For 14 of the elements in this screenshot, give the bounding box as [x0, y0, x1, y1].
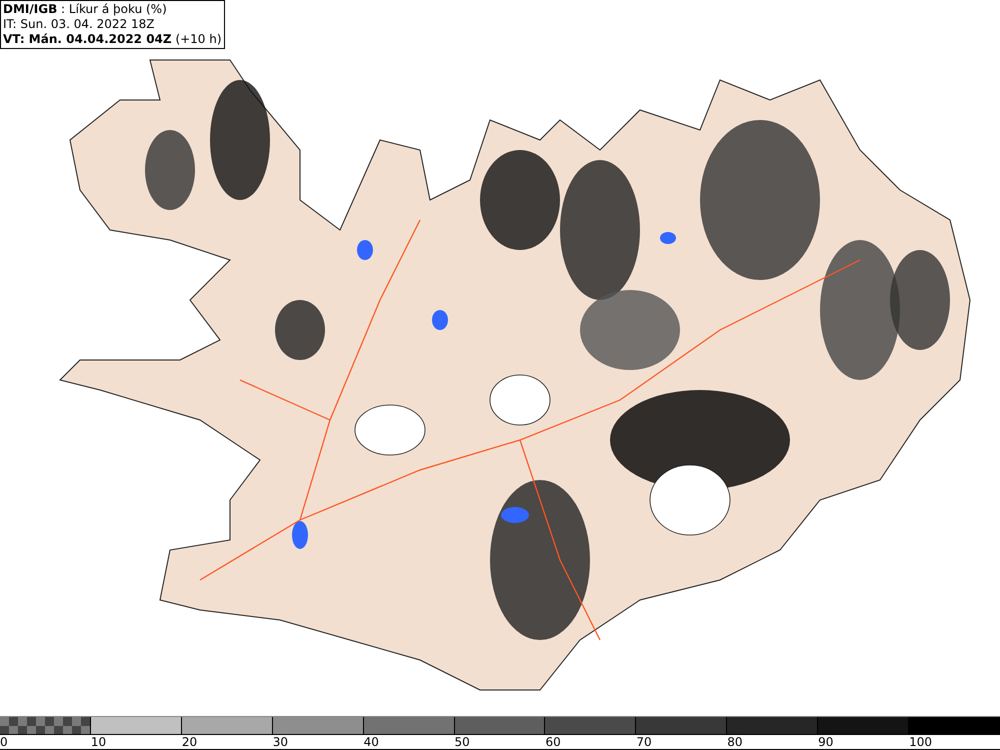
legend-label: 10	[90, 735, 106, 749]
legend-label: 70	[636, 735, 652, 749]
issue-time: IT: Sun. 03. 04. 2022 18Z	[3, 17, 156, 32]
legend-label: 60	[545, 735, 561, 749]
map-title: DMI/IGB : Líkur á þoku (%)	[3, 2, 168, 17]
legend-label: 100	[909, 735, 932, 749]
legend-label: 90	[818, 735, 834, 749]
legend-label: 80	[727, 735, 743, 749]
legend-label: 30	[272, 735, 288, 749]
valid-time: VT: Mán. 04.04.2022 04Z (+10 h)	[3, 32, 222, 47]
legend-label: 50	[454, 735, 470, 749]
legend-label: 0	[0, 735, 8, 749]
legend-label: 20	[182, 735, 198, 749]
legend-label: 40	[364, 735, 379, 749]
